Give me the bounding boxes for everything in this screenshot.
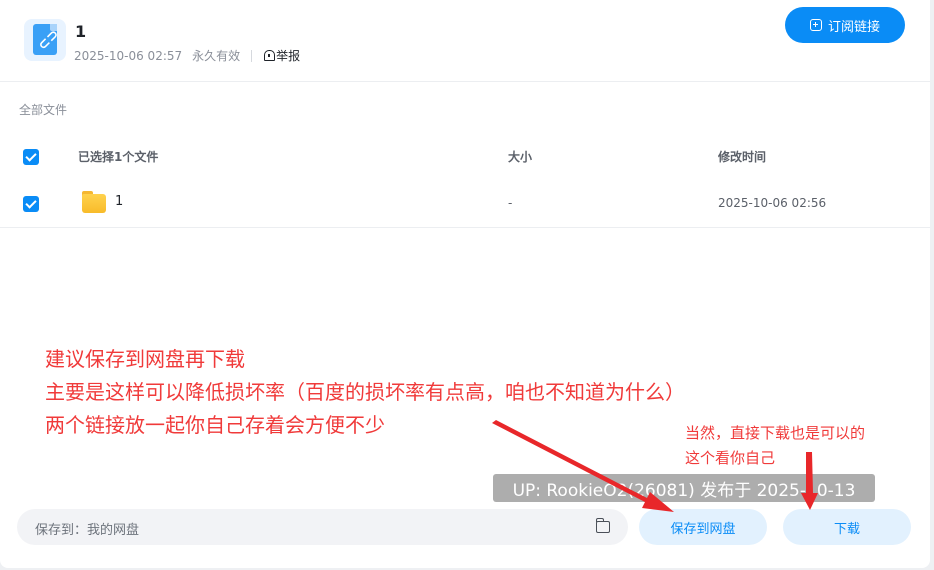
- arrow-to-download: [801, 452, 818, 510]
- share-page: ⊂⊃ 1 2025-10-06 02:57 永久有效 举报 订阅链接 全部文件 …: [0, 0, 930, 568]
- annotation-arrows: [492, 420, 818, 512]
- arrow-to-save: [492, 420, 674, 512]
